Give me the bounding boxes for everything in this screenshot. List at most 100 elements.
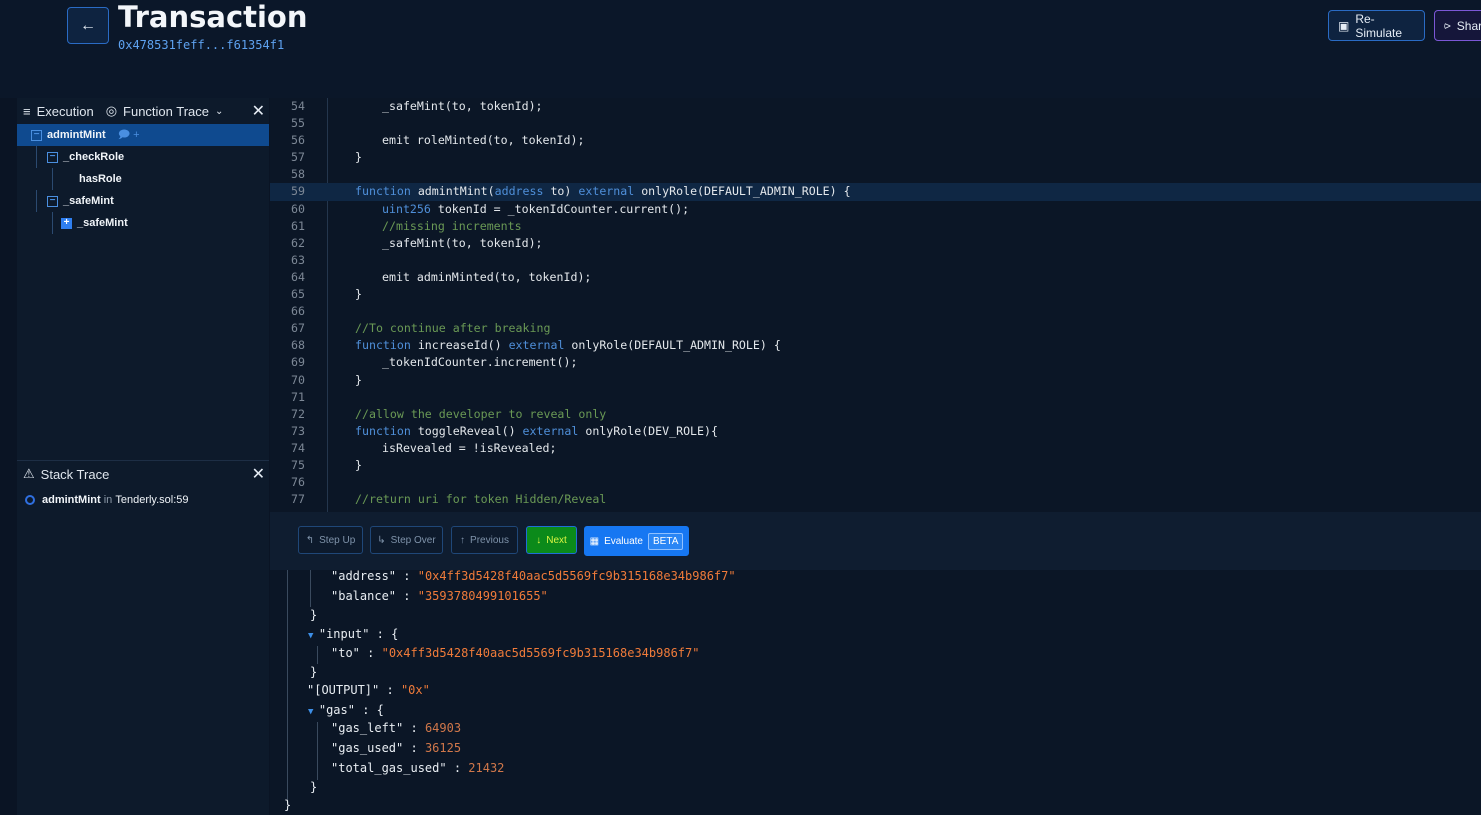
code-token: tokenId = _tokenIdCounter.current(); (437, 201, 690, 216)
page-title: Transaction (118, 0, 308, 34)
collapse-toggle-icon[interactable]: ▼ (308, 631, 319, 641)
code-line: 62 _safeMint(to, tokenId); (270, 235, 1481, 252)
line-number[interactable]: 54 (270, 98, 305, 115)
line-number[interactable]: 63 (270, 252, 305, 269)
line-number[interactable]: 59 (270, 183, 305, 200)
line-number[interactable]: 60 (270, 201, 305, 218)
line-number[interactable]: 71 (270, 389, 305, 406)
tab-execution[interactable]: ≡ Execution (17, 98, 100, 124)
line-number[interactable]: 56 (270, 132, 305, 149)
line-number[interactable]: 75 (270, 457, 305, 474)
evaluate-button[interactable]: ▦ Evaluate BETA (584, 526, 689, 556)
header: ← Transaction 0x478531feff...f61354f1 ▣ R… (0, 0, 1481, 98)
tree-item[interactable]: + _safeMint (17, 212, 269, 234)
share-label: Share (1456, 18, 1481, 33)
code-line: 57} (270, 149, 1481, 166)
warning-icon: ⚠ (23, 466, 35, 481)
json-token: : (396, 569, 418, 583)
json-token: } (284, 798, 292, 812)
line-number[interactable]: 74 (270, 440, 305, 457)
code-line: 56 emit roleMinted(to, tokenId); (270, 132, 1481, 149)
collapse-icon[interactable]: − (31, 129, 42, 141)
code-token: increaseId() (417, 338, 509, 353)
chevron-down-icon: ⌄ (215, 105, 224, 117)
collapse-icon[interactable]: − (47, 195, 58, 207)
line-number[interactable]: 73 (270, 423, 305, 440)
code-line: 70} (270, 372, 1481, 389)
code-line: 68 function increaseId() external onlyRol… (270, 337, 1481, 354)
close-icon[interactable]: ✕ (252, 101, 265, 121)
tree-item-label: _safeMint (63, 195, 114, 207)
code-token: function (355, 338, 418, 353)
json-line: "address" : "0x4ff3d5428f40aac5d5569fc9b… (331, 567, 736, 586)
line-number[interactable]: 66 (270, 303, 305, 320)
line-number[interactable]: 61 (270, 218, 305, 235)
list-icon: ≡ (23, 103, 31, 119)
arrow-up-icon: ↑ (460, 534, 466, 546)
line-number[interactable]: 67 (270, 320, 305, 337)
line-number[interactable]: 70 (270, 372, 305, 389)
code-token: isRevealed = !isRevealed; (382, 440, 557, 455)
code-line: 58 (270, 166, 1481, 183)
label: Previous (470, 534, 509, 546)
code-line: 65} (270, 286, 1481, 303)
collapse-toggle-icon[interactable]: ▼ (308, 707, 319, 717)
line-number[interactable]: 72 (270, 406, 305, 423)
next-button[interactable]: ↓ Next (526, 526, 577, 554)
label: Step Over (390, 534, 436, 546)
line-number[interactable]: 64 (270, 269, 305, 286)
tree-item[interactable]: − admintMint 🗩 + (17, 124, 269, 146)
line-number[interactable]: 57 (270, 149, 305, 166)
code-token: } (355, 372, 362, 387)
target-icon: ◎ (105, 103, 118, 118)
code-line: 66 (270, 303, 1481, 320)
tab-label: Execution (36, 103, 94, 119)
line-number[interactable]: 55 (270, 115, 305, 132)
comment-icon[interactable]: 🗩 + (106, 126, 140, 145)
line-number[interactable]: 62 (270, 235, 305, 252)
back-button[interactable]: ← (67, 7, 109, 44)
collapse-icon[interactable]: − (47, 151, 58, 163)
tree-item-label: hasRole (79, 173, 122, 185)
tree-item[interactable]: − _checkRole (17, 146, 269, 168)
code-line: 55 (270, 115, 1481, 132)
transaction-hash[interactable]: 0x478531feff...f61354f1 (118, 38, 284, 52)
json-line: } (284, 796, 291, 815)
beta-badge: BETA (647, 532, 684, 550)
close-icon[interactable]: ✕ (252, 464, 265, 484)
share-button[interactable]: ⪧ Share (1434, 10, 1481, 41)
json-token: "total_gas_used" (331, 761, 447, 775)
code-token: address (494, 184, 551, 199)
stack-trace-item[interactable]: admintMint in Tenderly.sol:59 (17, 487, 269, 513)
label: Evaluate (604, 535, 643, 547)
line-number[interactable]: 58 (270, 166, 305, 183)
expand-icon[interactable]: + (61, 217, 72, 229)
line-number[interactable]: 68 (270, 337, 305, 354)
json-line: } (310, 606, 317, 625)
json-line: ▼ "input" : { (308, 625, 398, 644)
json-token: : { (369, 627, 399, 641)
json-output: "address" : "0x4ff3d5428f40aac5d5569fc9b… (270, 567, 1481, 815)
step-up-button[interactable]: ↰ Step Up (298, 526, 363, 554)
tree-item[interactable]: − _safeMint (17, 190, 269, 212)
json-token: "[OUTPUT]" (307, 683, 380, 697)
calculator-icon: ▦ (589, 535, 600, 547)
line-number[interactable]: 76 (270, 474, 305, 491)
code-token: } (355, 150, 362, 165)
tree-item[interactable]: hasRole (17, 168, 269, 190)
line-number[interactable]: 69 (270, 354, 305, 371)
re-simulate-button[interactable]: ▣ Re-Simulate (1328, 10, 1425, 41)
code-line: 72 //allow the developer to reveal only (270, 406, 1481, 423)
code-line: 64 emit adminMinted(to, tokenId); (270, 269, 1481, 286)
step-over-button[interactable]: ↳ Step Over (370, 526, 443, 554)
tab-function-trace[interactable]: ◎ Function Trace ⌄ (100, 98, 230, 124)
tab-label: Function Trace (123, 103, 210, 119)
code-token: uint256 (382, 201, 438, 216)
arrow-down-icon: ↓ (536, 534, 542, 546)
json-token: } (310, 608, 318, 622)
line-number[interactable]: 77 (270, 491, 305, 508)
line-number[interactable]: 65 (270, 286, 305, 303)
json-token: : (396, 589, 418, 603)
arrow-left-icon: ← (80, 16, 96, 34)
previous-button[interactable]: ↑ Previous (451, 526, 518, 554)
